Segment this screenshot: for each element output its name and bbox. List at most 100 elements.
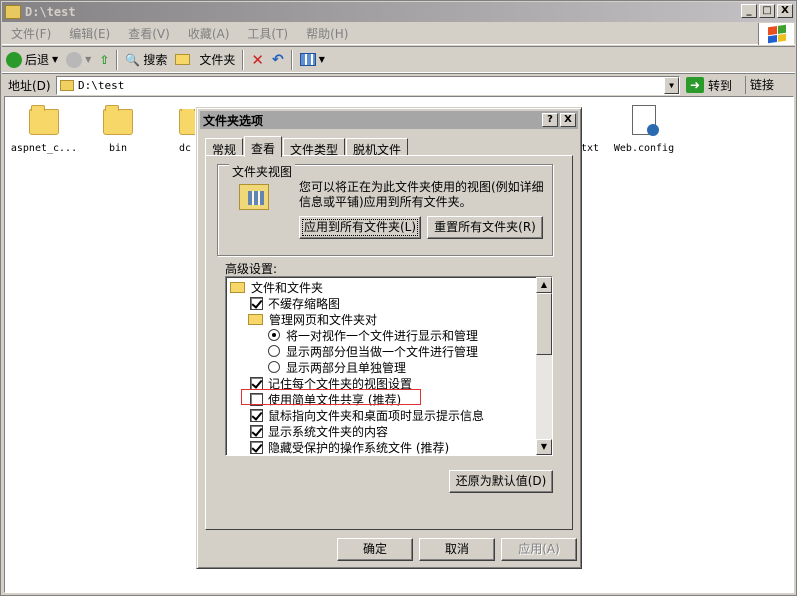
folder-icon [29,105,59,135]
toolbar-separator [290,49,293,70]
checkbox[interactable] [250,440,263,454]
dialog-title-bar[interactable]: 文件夹选项 ? X [200,111,578,129]
menu-view[interactable]: 查看(V) [119,25,179,42]
file-name: dc [179,143,192,154]
forward-button[interactable]: ▼ [62,48,95,72]
minimize-button[interactable]: _ [741,4,757,18]
title-bar[interactable]: D:\test _ □ X [2,2,795,22]
scroll-down-arrow-icon[interactable]: ▼ [536,439,552,455]
tab-view[interactable]: 查看 [244,136,283,157]
file-item[interactable]: bin [81,105,155,154]
group-description: 您可以将正在为此文件夹使用的视图(例如详细信息或平铺)应用到所有文件夹。 [299,180,544,209]
reset-all-folders-button[interactable]: 重置所有文件夹(R) [427,216,543,239]
radio-button[interactable] [268,345,280,357]
tab-general[interactable]: 常规 [205,138,244,157]
checkbox[interactable] [250,376,263,390]
tab-offline-files[interactable]: 脱机文件 [346,138,409,157]
up-folder-icon: ⇧ [99,52,110,67]
menu-file[interactable]: 文件(F) [2,25,60,42]
setting-label: 将一对视作一个文件进行显示和管理 [286,328,479,343]
forward-arrow-icon [66,51,83,68]
back-label: 后退 [25,53,50,67]
setting-label: 隐藏受保护的操作系统文件 (推荐) [268,440,450,455]
chevron-down-icon[interactable]: ▼ [319,55,325,64]
setting-checkbox[interactable]: 记住每个文件夹的视图设置 [250,375,412,391]
cancel-button[interactable]: 取消 [419,538,495,561]
help-button[interactable]: ? [542,113,558,127]
file-item[interactable]: dc [155,109,195,154]
radio-button[interactable] [268,329,280,341]
folder-icon [103,105,133,135]
menu-edit[interactable]: 编辑(E) [60,25,119,42]
views-grid-icon [299,53,316,66]
setting-label: 使用简单文件共享 (推荐) [268,392,402,407]
back-button[interactable]: 后退 ▼ [2,48,62,72]
checkbox[interactable] [250,408,263,422]
ok-button[interactable]: 确定 [337,538,413,561]
goto-label: 转到 [708,78,733,93]
setting-radio[interactable]: 显示两部分且单独管理 [268,359,406,375]
setting-checkbox[interactable]: 不缓存缩略图 [250,295,340,311]
tab-strip: 常规 查看 文件类型 脱机文件 [205,136,409,157]
close-button[interactable]: X [777,4,793,18]
chevron-down-icon[interactable]: ▼ [52,55,58,64]
checkbox[interactable] [250,424,263,438]
dialog-close-button[interactable]: X [560,113,576,127]
views-button[interactable]: ▼ [296,48,329,72]
setting-checkbox[interactable]: 使用简单文件共享 (推荐) [250,391,401,407]
advanced-settings-tree[interactable]: 文件和文件夹 不缓存缩略图 管理网页和文件夹对 将一对视作一个文件进行显示和管理… [225,276,553,456]
delete-button[interactable]: ✕ [247,48,268,72]
vertical-scrollbar[interactable]: ▲ ▼ [536,277,552,455]
address-label: 地址(D) [8,79,51,93]
menu-favorites[interactable]: 收藏(A) [179,25,239,42]
file-item[interactable]: aspnet_c... [7,105,81,154]
checkbox[interactable] [250,296,263,310]
folder-icon [5,5,21,19]
setting-checkbox[interactable]: 显示系统文件夹的内容 [250,423,388,439]
address-input[interactable]: D:\test ▼ [56,76,680,95]
scroll-up-arrow-icon[interactable]: ▲ [536,277,552,293]
undo-button[interactable]: ↶ [268,48,288,72]
file-name: aspnet_c... [10,143,78,154]
scrollbar-thumb[interactable] [536,293,552,355]
apply-button[interactable]: 应用(A) [501,538,577,561]
delete-x-icon: ✕ [251,50,264,69]
setting-label: 显示两部分且单独管理 [286,360,407,375]
setting-checkbox[interactable]: 鼠标指向文件夹和桌面项时显示提示信息 [250,407,484,423]
setting-label: 显示系统文件夹的内容 [268,424,389,439]
advanced-settings-label: 高级设置: [225,262,278,276]
setting-radio[interactable]: 显示两部分但当做一个文件进行管理 [268,343,478,359]
folder-icon [230,281,245,293]
up-folder-button[interactable]: ⇧ [95,48,113,72]
file-name: bin [108,143,128,154]
menu-tools[interactable]: 工具(T) [238,25,297,42]
undo-icon: ↶ [271,51,284,68]
setting-label: 记住每个文件夹的视图设置 [268,376,413,391]
chevron-down-icon[interactable]: ▼ [85,55,91,64]
setting-checkbox[interactable]: 隐藏受保护的操作系统文件 (推荐) [250,439,449,455]
dialog-title: 文件夹选项 [203,113,264,128]
links-button[interactable]: 链接 [745,76,774,94]
setting-label: 鼠标指向文件夹和桌面项时显示提示信息 [268,408,485,423]
tree-item-label: 管理网页和文件夹对 [269,312,378,327]
apply-to-all-folders-button[interactable]: 应用到所有文件夹(L) [299,216,421,239]
tab-file-types[interactable]: 文件类型 [283,138,346,157]
maximize-button[interactable]: □ [759,4,775,18]
radio-button[interactable] [268,361,280,373]
folder-view-icon [239,184,269,210]
menu-help[interactable]: 帮助(H) [297,25,357,42]
file-item[interactable]: Web.config [607,105,681,154]
back-arrow-icon [6,51,22,68]
goto-button[interactable]: ➜ 转到 [686,75,732,95]
folder-icon [248,313,263,325]
restore-defaults-button[interactable]: 还原为默认值(D) [449,470,553,493]
window-title: D:\test [25,5,76,19]
windows-logo-icon [758,23,794,45]
address-value: D:\test [78,79,125,92]
setting-label: 显示两部分但当做一个文件进行管理 [286,344,479,359]
folders-button[interactable]: 文件夹 [171,48,239,72]
address-dropdown-button[interactable]: ▼ [664,77,679,94]
setting-radio[interactable]: 将一对视作一个文件进行显示和管理 [268,327,478,343]
search-button[interactable]: 🔍 搜索 [121,48,171,72]
checkbox[interactable] [250,392,263,406]
